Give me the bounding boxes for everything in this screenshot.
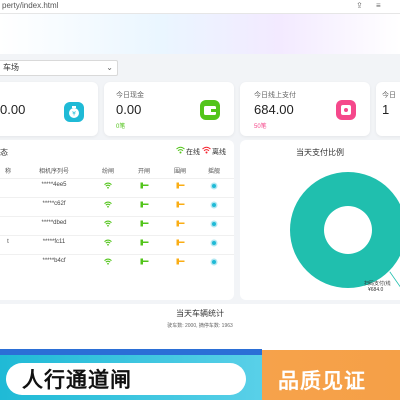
- device-serial: *****4ee5: [41, 182, 67, 188]
- close-gate-button[interactable]: [166, 239, 194, 248]
- payment-pie-chart: [290, 172, 400, 288]
- parking-lot-select[interactable]: 车场 ⌄: [0, 60, 118, 76]
- row-divider: [0, 235, 234, 236]
- column-header-serial: 相机序列号: [38, 169, 69, 175]
- stat-card-value: 0.00: [0, 102, 26, 117]
- banner-left-text: 人行通道闸: [22, 369, 132, 392]
- payment-chart-title: 当天支付比例: [296, 148, 344, 157]
- banner-right-text: 品质见证: [278, 370, 366, 393]
- close-gate-button[interactable]: [166, 201, 194, 210]
- camera-icon[interactable]: [200, 182, 228, 192]
- stat-card-count: 0笔: [116, 124, 126, 130]
- camera-icon[interactable]: [200, 239, 228, 249]
- vehicle-stats-subtitle: 驶车数: 2000, 摘停车数: 1963: [167, 323, 233, 329]
- column-header-name: 称: [4, 169, 11, 175]
- pie-slice-label: 扫码支付(线: [364, 281, 391, 287]
- legend-online-label: 在线: [186, 149, 200, 156]
- payment-card-icon: [336, 100, 356, 120]
- stat-card-online-pay: 今日线上支付 684.00 50笔: [240, 82, 370, 136]
- stat-card-title: 今日现金: [116, 92, 144, 99]
- device-panel-title: 态: [0, 148, 8, 157]
- wifi-status-icon: [94, 201, 122, 210]
- close-gate-button[interactable]: [166, 258, 194, 267]
- camera-icon[interactable]: [200, 220, 228, 230]
- camera-icon[interactable]: [200, 258, 228, 268]
- address-bar[interactable]: perty/index.html: [2, 1, 58, 10]
- open-gate-button[interactable]: [130, 220, 158, 229]
- wifi-status-icon: [94, 220, 122, 229]
- row-divider: [0, 216, 234, 217]
- row-divider: [0, 178, 234, 179]
- camera-icon[interactable]: [200, 201, 228, 211]
- wallet-icon: [200, 100, 220, 120]
- pie-slice-value: ¥684.0: [368, 287, 384, 293]
- column-header-camera: 摇舰: [207, 169, 220, 175]
- money-bag-icon: ¥: [64, 102, 84, 122]
- chevron-down-icon: ⌄: [106, 63, 113, 72]
- device-serial: *****b4cf: [42, 258, 66, 264]
- open-gate-button[interactable]: [130, 258, 158, 267]
- close-gate-button[interactable]: [166, 182, 194, 191]
- row-divider: [0, 254, 234, 255]
- stat-card-cash: 今日现金 0.00 0笔: [104, 82, 234, 136]
- column-header-close-gate: 围闸: [173, 169, 186, 175]
- wifi-status-icon: [94, 239, 122, 248]
- stat-card-title: 今日: [382, 92, 396, 99]
- pie-label-leader: [389, 271, 400, 288]
- device-name: t: [7, 239, 9, 245]
- wifi-status-icon: [94, 258, 122, 267]
- stat-card-count: 50笔: [254, 124, 267, 130]
- device-serial: *****fc11: [42, 239, 66, 245]
- stat-card-value: 0.00: [116, 102, 142, 117]
- menu-icon[interactable]: ≡: [376, 1, 381, 10]
- open-gate-button[interactable]: [130, 201, 158, 210]
- browser-toolbar: [0, 0, 400, 14]
- device-serial: *****c62f: [42, 201, 66, 207]
- pie-slice[interactable]: [290, 172, 400, 288]
- parking-lot-select-value: 车场: [3, 63, 19, 72]
- vehicle-stats-title: 当天车辆统计: [176, 309, 224, 318]
- open-gate-button[interactable]: [130, 182, 158, 191]
- svg-text:¥: ¥: [72, 111, 76, 118]
- stat-card-value: 1: [382, 102, 390, 117]
- open-gate-button[interactable]: [130, 239, 158, 248]
- wifi-offline-icon: [202, 146, 211, 156]
- stat-card-parking-fee: 0.00 ¥: [0, 82, 98, 136]
- legend-offline-label: 离线: [212, 149, 226, 156]
- stat-card-value: 684.00: [254, 102, 294, 117]
- close-gate-button[interactable]: [166, 220, 194, 229]
- row-divider: [0, 197, 234, 198]
- stat-card-other: 今日 1: [376, 82, 400, 136]
- stat-card-title: 今日线上支付: [254, 92, 296, 99]
- page-header: [0, 14, 400, 54]
- device-serial: *****dbed: [41, 220, 67, 226]
- wifi-status-icon: [94, 182, 122, 191]
- share-icon[interactable]: ⇪: [356, 1, 363, 10]
- wifi-online-icon: [176, 146, 185, 156]
- column-header-gate-a: 纷闸: [101, 169, 114, 175]
- column-header-open-gate: 开闸: [137, 169, 150, 175]
